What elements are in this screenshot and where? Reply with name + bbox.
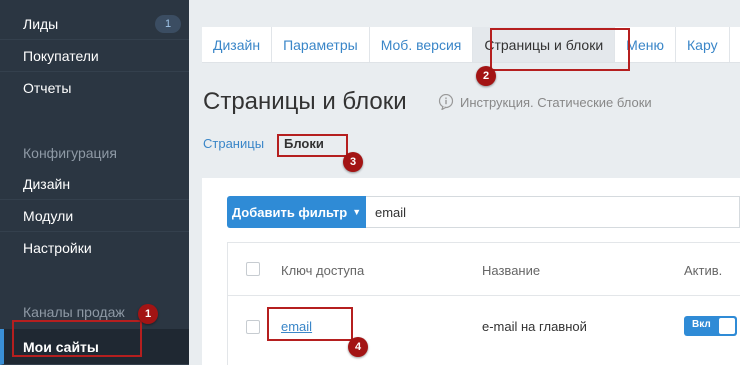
column-header-active[interactable]: Актив. (684, 263, 722, 278)
info-bubble-icon (438, 94, 454, 110)
help-link[interactable]: Инструкция. Статические блоки (438, 94, 652, 110)
step-marker-2: 2 (476, 66, 496, 86)
tab-design[interactable]: Дизайн (202, 27, 273, 62)
sidebar-item-label: Лиды (23, 15, 59, 32)
row-active-toggle[interactable]: Вкл (684, 316, 737, 336)
toggle-label: Вкл (692, 319, 711, 330)
filter-search-value: email (375, 204, 407, 220)
sidebar-section-label: Каналы продаж (23, 304, 125, 320)
add-filter-button[interactable]: Добавить фильтр ▼ (227, 196, 366, 228)
subtab-blocks[interactable]: Блоки (284, 136, 324, 151)
tab-mobile-version[interactable]: Моб. версия (370, 27, 474, 62)
top-tabs: Дизайн Параметры Моб. версия Страницы и … (202, 27, 740, 63)
filter-search-input[interactable]: email (366, 196, 740, 228)
sidebar-item-reports[interactable]: Отчеты (0, 72, 189, 104)
sidebar: Лиды 1 Покупатели Отчеты Конфигурация Ди… (0, 0, 189, 365)
row-key-link[interactable]: email (281, 319, 312, 334)
help-link-text: Инструкция. Статические блоки (460, 94, 652, 110)
leads-count-badge: 1 (155, 15, 181, 33)
sidebar-item-label: Отчеты (23, 80, 72, 96)
sidebar-section-label: Конфигурация (23, 145, 117, 161)
tab-menu[interactable]: Меню (615, 27, 676, 62)
step-marker-1: 1 (138, 304, 158, 324)
row-checkbox[interactable] (246, 320, 260, 334)
sidebar-item-design[interactable]: Дизайн (0, 168, 189, 200)
column-header-name[interactable]: Название (482, 263, 540, 278)
row-divider (228, 295, 740, 296)
sidebar-section-sales-channels: Каналы продаж (0, 296, 189, 328)
select-all-checkbox[interactable] (246, 262, 260, 276)
sidebar-item-settings[interactable]: Настройки (0, 232, 189, 264)
sidebar-item-label: Модули (23, 207, 74, 224)
sidebar-item-my-sites[interactable]: Мои сайты (0, 329, 189, 365)
row-name: e-mail на главной (482, 319, 587, 334)
tab-pages-and-blocks[interactable]: Страницы и блоки (473, 27, 616, 62)
sidebar-item-label: Покупатели (23, 47, 99, 64)
page-title: Страницы и блоки (203, 88, 407, 115)
sidebar-item-label: Настройки (23, 240, 92, 256)
tab-carousel[interactable]: Кару (676, 27, 730, 62)
tab-parameters[interactable]: Параметры (272, 27, 370, 62)
sidebar-section-configuration: Конфигурация (0, 137, 189, 169)
sidebar-item-leads[interactable]: Лиды 1 (0, 8, 189, 40)
column-header-key[interactable]: Ключ доступа (281, 263, 364, 278)
add-filter-label: Добавить фильтр (231, 204, 348, 220)
blocks-table: Ключ доступа Название Актив. email e-mai… (227, 242, 740, 365)
sidebar-item-label: Дизайн (23, 175, 71, 192)
sidebar-item-customers[interactable]: Покупатели (0, 40, 189, 72)
sidebar-item-modules[interactable]: Модули (0, 200, 189, 232)
step-marker-3: 3 (343, 152, 363, 172)
caret-down-icon: ▼ (352, 207, 362, 217)
toggle-knob (719, 318, 735, 334)
subtab-pages[interactable]: Страницы (203, 136, 264, 151)
sidebar-item-label: Мои сайты (23, 338, 99, 355)
step-marker-4: 4 (348, 337, 368, 357)
